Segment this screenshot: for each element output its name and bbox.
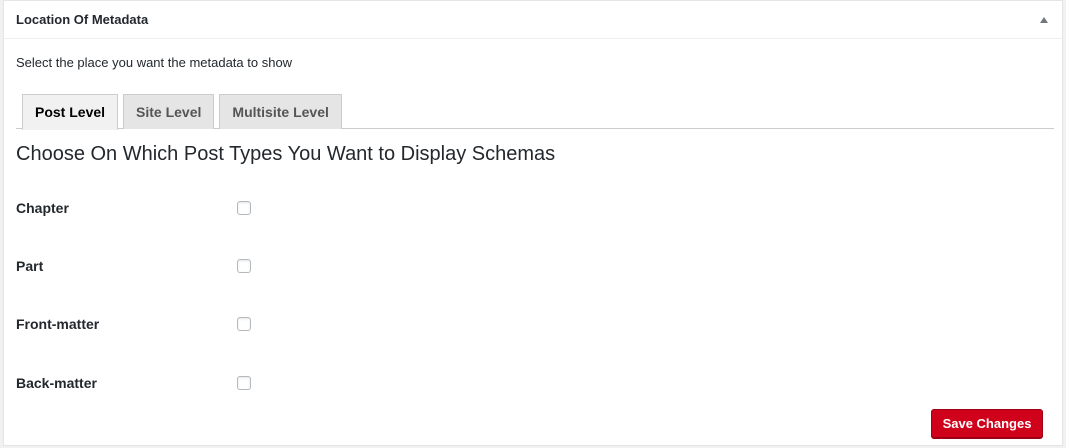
metabox-body: Select the place you want the metadata t… bbox=[4, 39, 1062, 445]
post-type-label: Back-matter bbox=[16, 375, 97, 391]
tab-post-level[interactable]: Post Level bbox=[22, 94, 119, 130]
post-type-label: Chapter bbox=[16, 200, 69, 216]
front-matter-checkbox[interactable] bbox=[237, 317, 251, 331]
tab-site-level[interactable]: Site Level bbox=[123, 94, 215, 129]
section-heading: Choose On Which Post Types You Want to D… bbox=[16, 143, 556, 165]
part-checkbox[interactable] bbox=[237, 259, 251, 273]
post-type-row-front-matter: Front-matter bbox=[16, 314, 616, 334]
post-type-row-back-matter: Back-matter bbox=[16, 373, 616, 393]
tab-multisite-level[interactable]: Multisite Level bbox=[219, 94, 342, 129]
metabox-panel: Location Of Metadata Select the place yo… bbox=[3, 0, 1063, 446]
metabox-description: Select the place you want the metadata t… bbox=[16, 55, 293, 70]
post-type-label: Part bbox=[16, 258, 44, 274]
collapse-toggle-icon[interactable] bbox=[1040, 16, 1048, 23]
save-changes-button[interactable]: Save Changes bbox=[931, 409, 1043, 438]
metabox-header: Location Of Metadata bbox=[4, 1, 1062, 39]
back-matter-checkbox[interactable] bbox=[237, 376, 251, 390]
post-type-row-chapter: Chapter bbox=[16, 198, 616, 218]
chapter-checkbox[interactable] bbox=[237, 201, 251, 215]
metabox-title: Location Of Metadata bbox=[16, 12, 149, 27]
level-tabs: Post Level Site Level Multisite Level bbox=[16, 94, 1054, 130]
post-type-row-part: Part bbox=[16, 256, 616, 276]
post-type-label: Front-matter bbox=[16, 316, 100, 332]
